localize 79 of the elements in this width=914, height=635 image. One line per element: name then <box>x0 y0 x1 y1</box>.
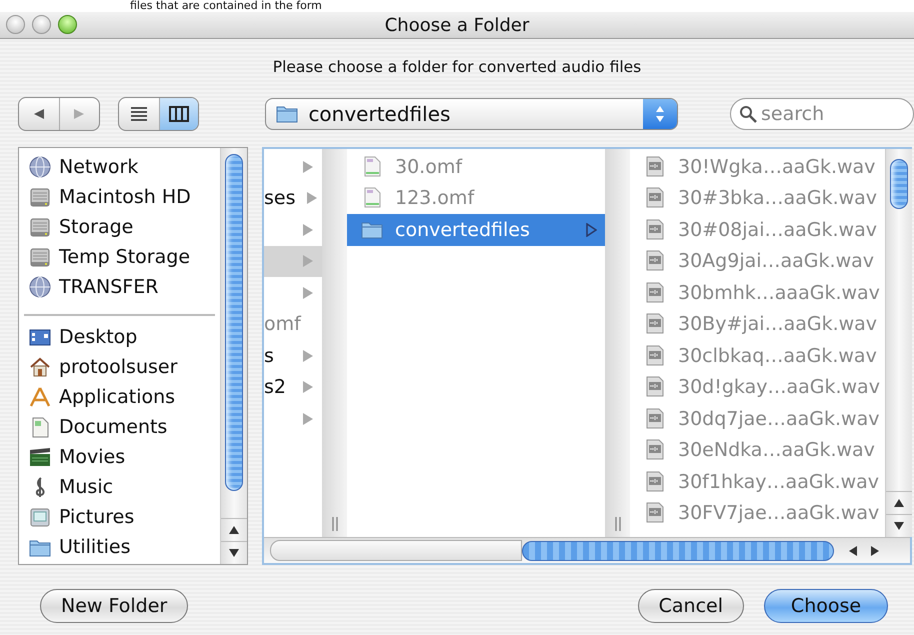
left-triangle-icon <box>32 108 45 120</box>
location-popup[interactable]: convertedfiles <box>265 98 678 130</box>
browser-row[interactable]: 30f1hkay…aaGk.wav <box>630 466 885 498</box>
browser-row[interactable]: 30bmhk…aaaGk.wav <box>630 277 885 308</box>
browser-row[interactable]: 30#08jai…aaGk.wav <box>630 214 885 246</box>
right-triangle-icon <box>870 544 880 556</box>
right-triangle-icon <box>302 222 314 237</box>
browser-row[interactable]: convertedfiles <box>347 214 605 246</box>
browser-row[interactable]: 30By#jai…aaGk.wav <box>630 308 885 340</box>
down-triangle-icon <box>893 521 905 531</box>
dialog-button[interactable]: Cancel <box>638 589 744 623</box>
scrollbar-thumb[interactable] <box>890 159 908 209</box>
search-icon <box>739 105 757 123</box>
sidebar-item[interactable]: Pictures <box>59 506 134 528</box>
right-triangle-icon <box>302 380 314 394</box>
right-triangle-icon <box>306 191 318 206</box>
list-view-icon <box>130 106 148 122</box>
sidebar-item[interactable]: Macintosh HD <box>59 186 191 208</box>
browser-row[interactable]: 30#3bka…aaGk.wav <box>630 182 885 214</box>
browser-row[interactable]: omf <box>264 308 322 340</box>
browser-row[interactable]: 30eNdka…aaGk.wav <box>630 434 885 466</box>
browser-row[interactable]: 30d!gkay…aaGk.wav <box>630 372 885 403</box>
sidebar-item[interactable]: Music <box>59 476 114 498</box>
dialog-button[interactable]: New Folder <box>40 589 188 623</box>
scrollbar-thumb[interactable] <box>522 540 834 560</box>
backdrop-text: files that are contained in the form <box>130 0 322 12</box>
hard-drive-icon <box>29 186 51 208</box>
up-down-arrows-icon <box>655 105 665 123</box>
right-triangle-icon <box>302 160 314 174</box>
hard-drive-icon <box>29 216 51 238</box>
sidebar-item[interactable]: Network <box>59 156 138 178</box>
sidebar-item[interactable]: Temp Storage <box>59 246 190 268</box>
up-triangle-icon <box>228 525 240 535</box>
sidebar-item[interactable]: Movies <box>59 446 126 468</box>
outline-triangle-icon <box>585 222 597 237</box>
sidebar-item[interactable]: protoolsuser <box>59 356 178 378</box>
sidebar-item[interactable]: Desktop <box>59 326 138 348</box>
globe-icon <box>29 276 51 298</box>
sidebar-item[interactable]: Utilities <box>59 536 131 558</box>
browser-row[interactable]: s <box>264 340 322 372</box>
picture-frame-icon <box>29 506 51 528</box>
sidebar-item[interactable]: Documents <box>59 416 168 438</box>
right-triangle-icon <box>73 108 86 120</box>
browser-row[interactable]: 30Ag9jai…aaGk.wav <box>630 246 885 277</box>
house-icon <box>29 356 51 378</box>
browser-row[interactable]: 30dq7jae…aaGk.wav <box>630 403 885 434</box>
right-triangle-icon <box>302 254 314 268</box>
browser-row[interactable]: 30.omf <box>347 151 605 182</box>
scrollbar-thumb[interactable] <box>225 154 243 491</box>
resize-handle-icon <box>614 517 622 531</box>
down-triangle-icon <box>228 548 240 558</box>
ruler-pencil-icon <box>29 386 51 408</box>
browser-row[interactable]: s2 <box>264 372 322 403</box>
browser-row[interactable]: 30!Wgka…aaGk.wav <box>630 151 885 182</box>
clapperboard-icon <box>29 446 51 468</box>
browser-row[interactable]: 30FV7jae…aaGk.wav <box>630 498 885 529</box>
close-button[interactable] <box>6 15 25 34</box>
left-triangle-icon <box>848 544 858 556</box>
search-field[interactable]: search <box>730 98 914 130</box>
right-triangle-icon <box>302 348 314 363</box>
browser-row[interactable]: ses <box>264 182 322 214</box>
globe-icon <box>29 156 51 178</box>
column-view-icon <box>169 106 189 122</box>
columns-view-button[interactable] <box>158 98 198 130</box>
up-triangle-icon <box>893 498 905 508</box>
sidebar-item[interactable]: TRANSFER <box>59 276 158 298</box>
resize-handle-icon <box>330 517 338 531</box>
window-title: Choose a Folder <box>384 14 530 36</box>
hard-drive-icon <box>29 246 51 268</box>
prompt-text: Please choose a folder for converted audio files <box>272 58 642 78</box>
sidebar-item[interactable]: Applications <box>59 386 176 408</box>
sidebar-item[interactable]: Storage <box>59 216 134 238</box>
minimize-button[interactable] <box>32 15 51 34</box>
zoom-button[interactable] <box>58 15 77 34</box>
browser-row[interactable]: 123.omf <box>347 182 605 214</box>
choose-button[interactable]: Choose <box>764 589 888 623</box>
browser-row[interactable]: 30clbkaq…aaGk.wav <box>630 340 885 372</box>
right-triangle-icon <box>302 286 314 300</box>
right-triangle-icon <box>302 412 314 426</box>
